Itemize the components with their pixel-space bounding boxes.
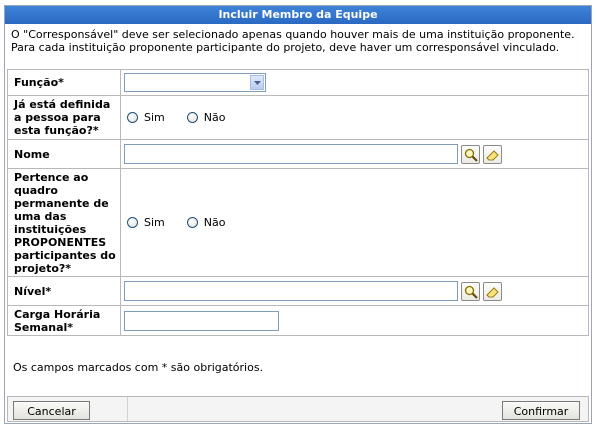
- member-form: Função* Já está definida a pessoa para e…: [7, 69, 589, 336]
- quadro-radio-nao[interactable]: [186, 217, 198, 228]
- definida-radio-nao[interactable]: [186, 112, 198, 123]
- nome-clear-button[interactable]: [483, 144, 502, 164]
- nome-label: Nome: [7, 139, 121, 169]
- cancel-button[interactable]: Cancelar: [13, 401, 90, 420]
- definida-radio-sim[interactable]: [127, 112, 138, 123]
- dialog-title: Incluir Membro da Equipe: [5, 6, 591, 24]
- eraser-icon: [486, 149, 499, 160]
- footer-divider: [127, 397, 128, 421]
- required-note: Os campos marcados com * são obrigatório…: [13, 361, 264, 374]
- nome-search-button[interactable]: [461, 144, 480, 164]
- definida-nao-label: Não: [203, 111, 226, 124]
- quadro-label: Pertence ao quadro permanente de uma das…: [7, 168, 121, 277]
- magnifier-icon: [464, 148, 478, 162]
- nivel-search-button[interactable]: [461, 281, 480, 301]
- nivel-clear-button[interactable]: [483, 281, 502, 301]
- quadro-nao-label: Não: [203, 216, 226, 229]
- nivel-label: Nível*: [7, 276, 121, 306]
- confirm-button[interactable]: Confirmar: [502, 401, 580, 420]
- nivel-input[interactable]: [124, 281, 458, 301]
- dialog-footer: Cancelar Confirmar: [7, 396, 589, 422]
- definida-sim-label: Sim: [144, 111, 165, 124]
- chevron-down-icon[interactable]: [250, 75, 264, 90]
- magnifier-icon: [464, 285, 478, 299]
- funcao-select[interactable]: [124, 73, 266, 92]
- carga-label: Carga Horária Semanal*: [7, 305, 121, 336]
- definida-label: Já está definida a pessoa para esta funç…: [7, 95, 121, 140]
- carga-input[interactable]: [124, 310, 279, 331]
- nome-input[interactable]: [124, 144, 458, 164]
- funcao-label: Função*: [7, 69, 121, 96]
- quadro-radio-sim[interactable]: [127, 217, 138, 228]
- dialog-frame: Incluir Membro da Equipe O "Corresponsáv…: [4, 5, 592, 424]
- info-note: O "Corresponsável" deve ser selecionado …: [11, 28, 575, 54]
- eraser-icon: [486, 286, 499, 297]
- quadro-sim-label: Sim: [144, 216, 165, 229]
